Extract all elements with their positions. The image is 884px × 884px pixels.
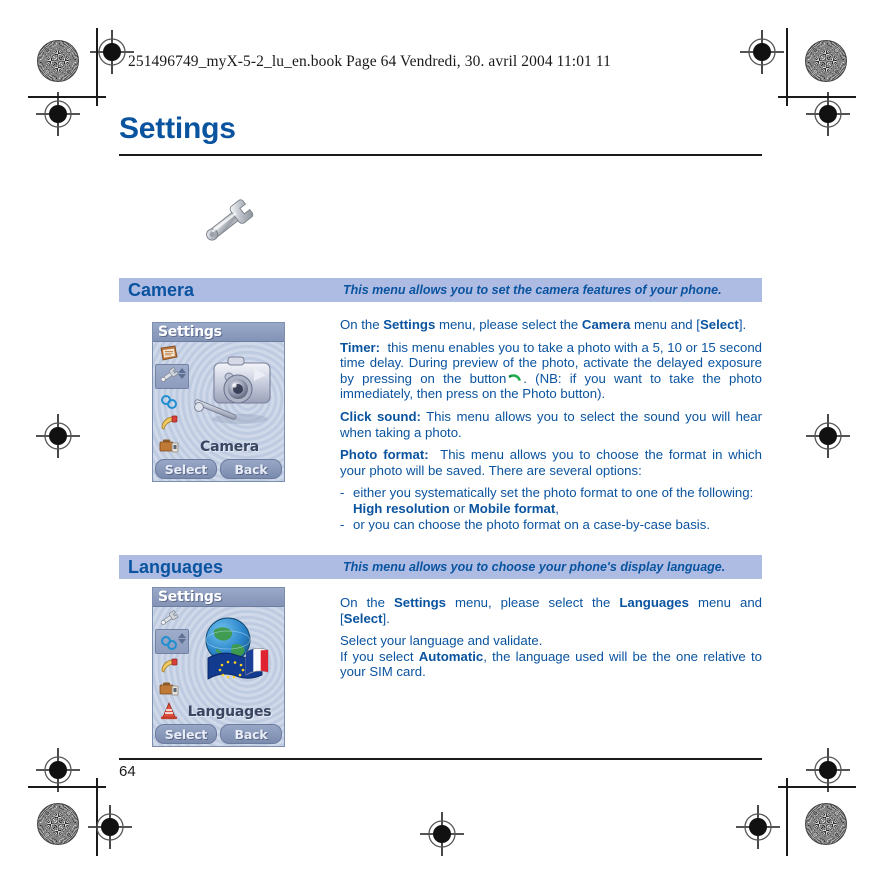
softkey-back[interactable]: Back [220, 459, 282, 479]
screen-title: Settings [158, 324, 222, 340]
section-header-languages: Languages This menu allows you to choose… [119, 555, 762, 579]
section-header-camera: Camera This menu allows you to set the c… [119, 278, 762, 302]
paragraph: Click sound: This menu allows you to sel… [340, 408, 762, 440]
page-title: Settings [119, 112, 236, 145]
network-icon [161, 395, 177, 409]
document-page: 251496749_myX-5-2_lu_en.book Page 64 Ven… [0, 0, 884, 884]
section-body-camera: On the Settings menu, please select the … [340, 317, 762, 532]
camera-icon [194, 356, 271, 424]
phonebook-icon [160, 345, 178, 361]
globe-flags-icon [205, 617, 269, 680]
tones-icon [161, 415, 178, 430]
section-body-languages: On the Settings menu, please select the … [340, 595, 762, 687]
softkey-select[interactable]: Select [155, 724, 217, 744]
toolbox-icon [159, 682, 179, 696]
screen-menu-iconcolumn [155, 609, 189, 741]
network-icon [161, 636, 177, 650]
screen-title: Settings [158, 589, 222, 605]
page-number: 64 [119, 763, 136, 780]
softkey-back[interactable]: Back [220, 724, 282, 744]
screen-menu-iconcolumn [155, 344, 189, 477]
paragraph: Photo format: This menu allows you to ch… [340, 447, 762, 478]
list-item-text: or you can choose the photo format on a … [353, 516, 710, 532]
section-description: This menu allows you to choose your phon… [343, 560, 726, 574]
title-divider [119, 154, 762, 156]
bullet-dash: - [340, 516, 345, 532]
screen-softkeys: Select Back [153, 724, 284, 746]
wrench-icon [192, 192, 266, 252]
tones-icon [161, 658, 178, 673]
phone-screenshot-camera: Settings Camera Select Back [152, 322, 285, 482]
paragraph: On the Settings menu, please select the … [340, 317, 747, 332]
paragraph: Timer: this menu enables you to take a p… [340, 339, 762, 402]
call-icon [507, 372, 522, 383]
bullet-dash: - [340, 485, 345, 501]
screen-item-label: Languages [187, 704, 272, 720]
book-file-header: 251496749_myX-5-2_lu_en.book Page 64 Ven… [128, 53, 611, 70]
paragraph: Select your language and validate. [340, 633, 543, 649]
settings-wrench-icon [160, 610, 179, 625]
phone-screenshot-languages: Settings Languages Select Back [152, 587, 285, 747]
screen-item-label: Camera [200, 439, 259, 455]
screen-softkeys: Select Back [153, 459, 284, 481]
paragraph: If you select Automatic, the language us… [340, 648, 762, 680]
settings-wrench-icon [160, 367, 179, 382]
list-item: - or you can choose the photo format on … [340, 517, 762, 533]
softkey-select[interactable]: Select [155, 459, 217, 479]
section-title: Languages [128, 557, 224, 577]
section-description: This menu allows you to set the camera f… [343, 283, 722, 297]
list-item: - either you systematically set the phot… [340, 485, 762, 516]
footer-divider [119, 758, 762, 760]
list-item-text: either you systematically set the photo … [353, 485, 754, 516]
paragraph: On the Settings menu, please select the … [340, 595, 762, 626]
section-title: Camera [128, 280, 195, 300]
